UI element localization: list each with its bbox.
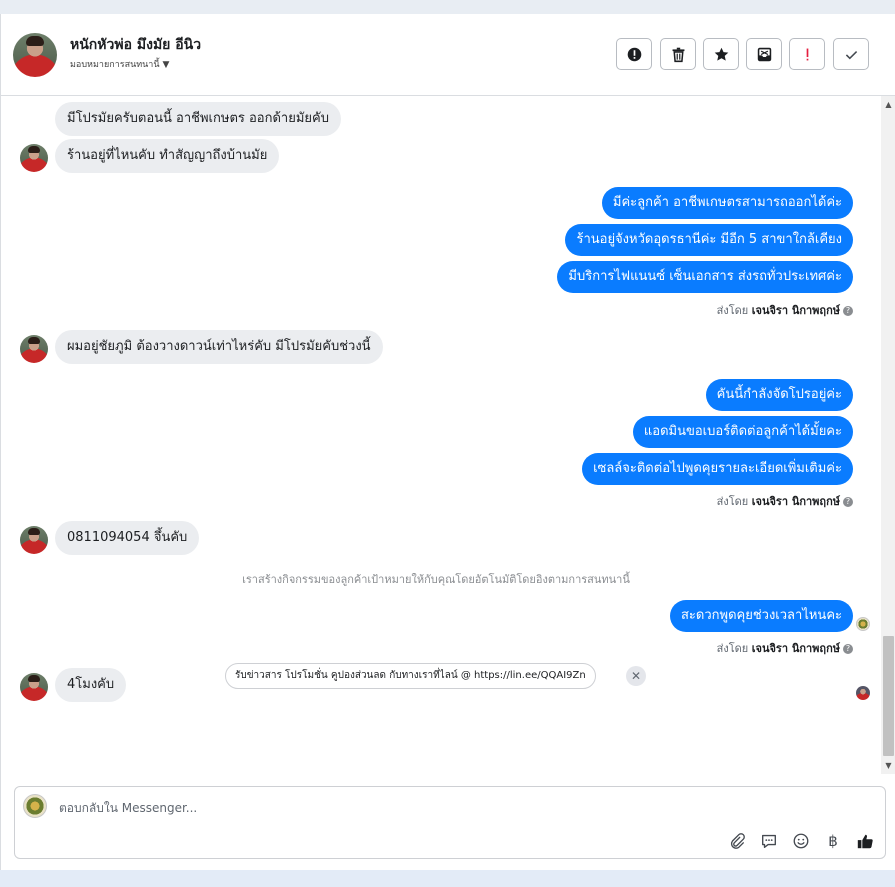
sent-by-agent: เจนจิรา นิกาพฤกษ์ xyxy=(751,642,840,655)
mark-done-button[interactable] xyxy=(833,38,869,70)
contact-avatar[interactable] xyxy=(13,33,57,77)
exclamation-mark-icon xyxy=(806,48,808,60)
sent-by-prefix: ส่งโดย xyxy=(716,642,749,655)
scroll-up-arrow-icon[interactable]: ▲ xyxy=(881,100,895,110)
reply-composer: ฿ xyxy=(14,786,886,859)
exclamation-circle-icon xyxy=(627,47,641,61)
customer-avatar xyxy=(20,673,48,701)
attachment-icon[interactable] xyxy=(727,831,747,851)
sent-by-label: ส่งโดย เจนจิรา นิกาพฤกษ์? xyxy=(717,492,853,510)
emoji-icon[interactable] xyxy=(791,831,811,851)
scroll-down-arrow-icon[interactable]: ▼ xyxy=(881,761,895,771)
page-avatar xyxy=(23,794,47,818)
customer-message[interactable]: มีโปรมัยครับตอนนี้ อาชีพเกษตร ออกด้ายมัย… xyxy=(55,102,341,136)
customer-message[interactable]: 4โมงคับ xyxy=(55,668,127,702)
sent-by-label: ส่งโดย เจนจิรา นิกาพฤกษ์? xyxy=(717,639,853,657)
sent-by-prefix: ส่งโดย xyxy=(716,495,749,508)
sent-by-label: ส่งโดย เจนจิรา นิกาพฤกษ์? xyxy=(717,301,853,319)
window-bottom-strip xyxy=(0,870,895,887)
saved-reply-icon[interactable] xyxy=(759,831,779,851)
help-question-icon[interactable]: ? xyxy=(843,306,853,316)
sent-by-agent: เจนจิรา นิกาพฤกษ์ xyxy=(751,495,840,508)
customer-message[interactable]: ร้านอยู่ที่ไหนคับ ทำสัญญาถึงบ้านมัย xyxy=(55,139,280,173)
customer-avatar xyxy=(20,335,48,363)
contact-name[interactable]: หนักหัวพ่อ มึงมัย อีนิว xyxy=(70,34,201,56)
page-reply-message[interactable]: ร้านอยู่จังหวัดอุดรธานีค่ะ มีอีก 5 สาขาใ… xyxy=(565,224,853,256)
thumbs-up-icon[interactable] xyxy=(855,831,875,851)
delete-button[interactable] xyxy=(660,38,696,70)
customer-message[interactable]: ผมอยู่ชัยภูมิ ต้องวางดาวน์เท่าไหร่คับ มี… xyxy=(55,330,383,364)
customer-avatar xyxy=(20,144,48,172)
window-top-strip xyxy=(0,0,895,14)
scroll-thumb[interactable] xyxy=(883,636,894,756)
check-icon xyxy=(845,50,857,59)
page-reply-message[interactable]: คันนี้กำลังจัดโปรอยู่ค่ะ xyxy=(705,379,853,411)
help-question-icon[interactable]: ? xyxy=(843,497,853,507)
help-question-icon[interactable]: ? xyxy=(843,644,853,654)
conversation-header: หนักหัวพ่อ มึงมัย อีนิว มอบหมายการสนทนาน… xyxy=(1,14,895,96)
caret-down-icon: ▼ xyxy=(162,60,170,70)
page-reply-message[interactable]: เซลล์จะติดต่อไปพูดคุยรายละเอียดเพิ่มเติม… xyxy=(582,453,853,485)
page-reply-message[interactable]: มีค่ะลูกค้า อาชีพเกษตรสามารถออกได้ค่ะ xyxy=(601,187,853,219)
customer-avatar xyxy=(20,526,48,554)
star-icon xyxy=(714,47,728,61)
conversation-panel: หนักหัวพ่อ มึงมัย อีนิว มอบหมายการสนทนาน… xyxy=(0,14,895,870)
inbox-archive-icon xyxy=(757,47,771,61)
customer-message[interactable]: 0811094054 จึ้นคับ xyxy=(55,521,200,555)
page-reply-message[interactable]: มีบริการไฟแนนซ์ เซ็นเอกสาร ส่งรถทั่วประเ… xyxy=(557,261,853,293)
page-reply-message[interactable]: สะดวกพูดคุยช่วงเวลาไหนคะ xyxy=(669,600,853,632)
star-button[interactable] xyxy=(703,38,739,70)
page-reply-message[interactable]: แอดมินขอเบอร์ติดต่อลูกค้าได้มั้ยคะ xyxy=(632,416,853,448)
reply-input[interactable] xyxy=(59,799,659,817)
suggested-reply-chip[interactable]: รับข่าวสาร โปรโมชั่น คูปองส่วนลด กับทางเ… xyxy=(225,663,596,689)
customer-seen-avatar xyxy=(856,686,870,700)
assign-label: มอบหมายการสนทนานี้ xyxy=(70,60,160,70)
trash-icon xyxy=(672,47,684,62)
archive-button[interactable] xyxy=(746,38,782,70)
sent-by-prefix: ส่งโดย xyxy=(716,304,749,317)
follow-up-button[interactable] xyxy=(789,38,825,70)
baht-payment-icon[interactable]: ฿ xyxy=(823,831,843,851)
page-seen-avatar xyxy=(856,617,870,631)
spam-alert-button[interactable] xyxy=(616,38,652,70)
assign-conversation-dropdown[interactable]: มอบหมายการสนทนานี้ ▼ xyxy=(70,57,169,71)
sent-by-agent: เจนจิรา นิกาพฤกษ์ xyxy=(751,304,840,317)
system-note: เราสร้างกิจกรรมของลูกค้าเป้าหมายให้กับคุ… xyxy=(242,573,630,586)
close-icon[interactable]: ✕ xyxy=(626,666,646,686)
message-scrollbar[interactable]: ▲ ▼ xyxy=(881,96,895,774)
